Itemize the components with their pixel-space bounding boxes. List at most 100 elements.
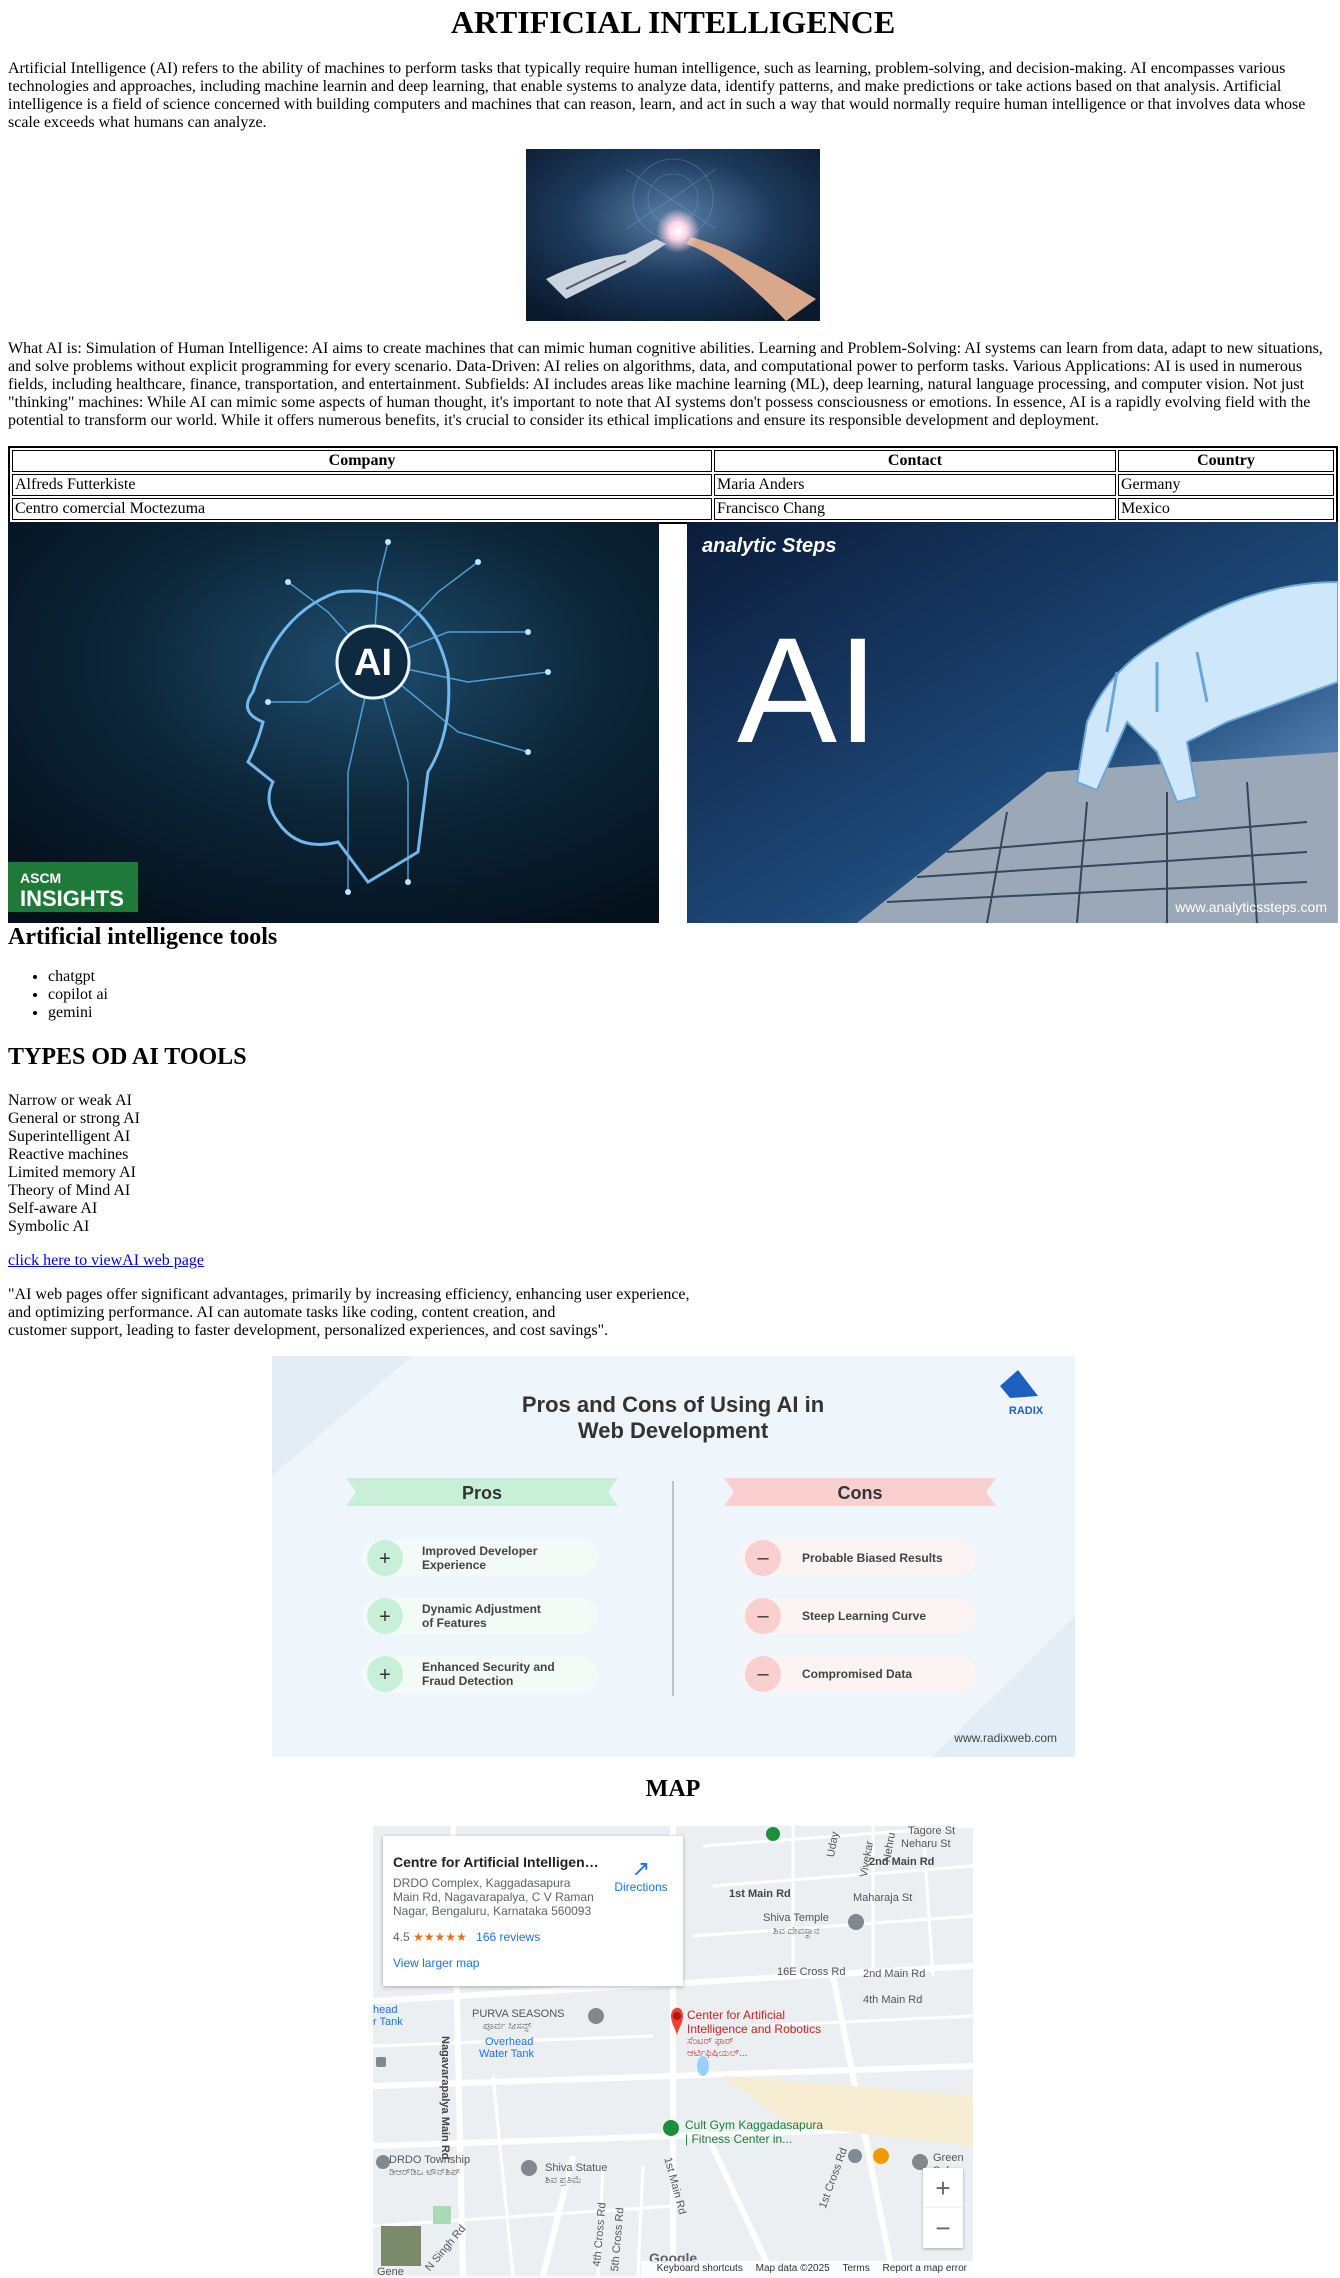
pro-item: Improved Developer — [422, 1544, 538, 1558]
analytic-steps-url: www.analyticssteps.com — [1174, 899, 1327, 915]
quote-paragraph: "AI web pages offer significant advantag… — [8, 1286, 728, 1340]
map-data-text: Map data ©2025 — [755, 2263, 830, 2274]
table-header: Company — [12, 450, 712, 472]
ascm-badge-line1: ASCM — [20, 870, 61, 886]
pros-items: + Improved Developer Experience + Dynami… — [362, 1540, 598, 1692]
quote-line: and optimizing performance. AI can autom… — [8, 1304, 556, 1321]
terms-link[interactable]: Terms — [843, 2263, 870, 2274]
ai-circle-text: AI — [354, 642, 392, 684]
map-label: ಡಿಆರ್‌ಡಿಒ ಟೌನ್‌ಶಿಪ್ — [389, 2167, 461, 2178]
map-label: ಶಿವ ಪ್ರತಿಮೆ — [545, 2175, 582, 2186]
map-label: Overhead — [485, 2036, 534, 2048]
table-cell: Centro comercial Moctezuma — [12, 498, 712, 520]
map-label: Green — [933, 2152, 964, 2164]
table-cell: Germany — [1118, 474, 1334, 496]
list-item: Symbolic AI — [8, 1218, 90, 1235]
ai-head-banner: AI ASCM INSIGHTS — [8, 522, 659, 923]
plus-icon: + — [379, 1664, 391, 1686]
list-item: copilot ai — [48, 986, 108, 1004]
types-heading: TYPES OD AI TOOLS — [8, 1044, 247, 1070]
map-label: Maharaja St — [853, 1892, 913, 1904]
pro-item: Dynamic Adjustment — [422, 1602, 541, 1616]
map-label: 4th Main Rd — [863, 1994, 923, 2006]
analytic-steps-logo: analytic Steps — [702, 535, 837, 557]
list-item: Narrow or weak AI — [8, 1092, 132, 1109]
map-label: ಸೆಂಟರ್ ಫಾರ್ — [687, 2036, 734, 2047]
map-label: ಪೂರ್ವ ಸೀಸನ್ಸ್ — [483, 2021, 532, 2032]
cons-label: Cons — [838, 1483, 883, 1503]
list-item: Self-aware AI — [8, 1200, 98, 1217]
map-label: Shiva Statue — [545, 2162, 608, 2174]
page-title: ARTIFICIAL INTELLIGENCE — [450, 4, 896, 40]
quote-line: customer support, leading to faster deve… — [8, 1322, 609, 1339]
pro-item: Experience — [422, 1558, 486, 1572]
map-heading: MAP — [645, 1776, 701, 1802]
list-item: Reactive machines — [8, 1146, 129, 1163]
table-header: Contact — [714, 450, 1116, 472]
table-header-row: Company Contact Country — [12, 450, 1334, 472]
star-rating-icon: ★★★★★ — [413, 1930, 467, 1944]
cons-items: – Probable Biased Results – Steep Learni… — [740, 1540, 976, 1692]
table-cell: Mexico — [1118, 498, 1334, 520]
con-item: Probable Biased Results — [802, 1551, 943, 1565]
table-cell: Alfreds Futterkiste — [12, 474, 712, 496]
report-error-link[interactable]: Report a map error — [883, 2263, 967, 2274]
map-label: Water Tank — [479, 2048, 535, 2060]
table-row: Centro comercial Moctezuma Francisco Cha… — [12, 498, 1334, 520]
map-footer: Keyboard shortcuts Map data ©2025 Terms … — [640, 2261, 973, 2276]
map-label: | Fitness Center in... — [685, 2132, 793, 2146]
con-item: Compromised Data — [802, 1667, 912, 1681]
map-label: 2nd Main Rd — [869, 1856, 935, 1868]
radix-brand: RADIX — [1009, 1405, 1044, 1417]
rating-value: 4.5 — [393, 1930, 410, 1944]
keyboard-shortcuts-link[interactable]: Keyboard shortcuts — [657, 2263, 743, 2274]
map-label: ಶಿವ ದೇವಸ್ಥಾನ — [773, 1926, 820, 1937]
proscons-title-line1: Pros and Cons of Using AI in — [522, 1392, 824, 1417]
view-ai-page-link[interactable]: click here to viewAI web page — [8, 1252, 204, 1270]
table-cell: Francisco Chang — [714, 498, 1116, 520]
map-label: 1st Main Rd — [729, 1888, 791, 1900]
pro-item: Fraud Detection — [422, 1674, 513, 1688]
map-label: DRDO Township — [389, 2154, 471, 2166]
list-item: gemini — [48, 1004, 108, 1022]
map-label: head — [373, 2004, 398, 2016]
directions-label: Directions — [614, 1880, 668, 1894]
pros-cons-infographic: Pros and Cons of Using AI in Web Develop… — [272, 1356, 1075, 1757]
view-larger-map-link[interactable]: View larger map — [393, 1956, 479, 1970]
zoom-in-button[interactable]: + — [923, 2168, 963, 2208]
ai-hand-image — [526, 149, 820, 321]
list-item: Superintelligent AI — [8, 1128, 131, 1145]
satellite-toggle[interactable] — [381, 2226, 421, 2266]
map-label: Shiva Temple — [763, 1912, 829, 1924]
map-label: Intelligence and Robotics — [687, 2022, 822, 2036]
tools-list: chatgpt copilot ai gemini — [8, 968, 108, 1022]
types-list: Narrow or weak AI General or strong AI S… — [8, 1092, 140, 1236]
map-label: 16E Cross Rd — [777, 1966, 846, 1978]
ai-big-text: AI — [737, 606, 879, 774]
plus-icon: + — [379, 1548, 391, 1570]
list-item: chatgpt — [48, 968, 108, 986]
map-label: Center for Artificial — [687, 2008, 786, 2022]
map-label: 2nd Main Rd — [863, 1968, 926, 1980]
map-label: Cult Gym Kaggadasapura — [685, 2118, 824, 2132]
zoom-out-button[interactable]: − — [923, 2208, 963, 2248]
list-item: Theory of Mind AI — [8, 1182, 131, 1199]
google-map-embed[interactable]: 1st Main Rd Shiva Temple ಶಿವ ದೇವಸ್ಥಾನ 16… — [373, 1826, 973, 2276]
reviews-link[interactable]: 166 reviews — [476, 1930, 540, 1944]
ai-robot-hand-banner: analytic Steps AI www.analyticssteps.com — [687, 522, 1338, 923]
minus-icon: – — [757, 1547, 769, 1569]
map-label: PURVA SEASONS — [472, 2008, 565, 2020]
table-cell: Maria Anders — [714, 474, 1116, 496]
map-label: Gene — [377, 2266, 404, 2276]
plus-icon: + — [379, 1606, 391, 1628]
company-table: Company Contact Country Alfreds Futterki… — [8, 446, 1338, 524]
place-address: DRDO Complex, Kaggadasapura Main Rd, Nag… — [393, 1876, 594, 1918]
con-item: Steep Learning Curve — [802, 1609, 926, 1623]
minus-icon: – — [757, 1663, 769, 1685]
pro-item: Enhanced Security and — [422, 1660, 555, 1674]
place-rating: 4.5 ★★★★★ 166 reviews — [393, 1930, 540, 1944]
table-header: Country — [1118, 450, 1334, 472]
directions-button[interactable]: ↗ Directions — [611, 1858, 671, 1895]
ascm-badge-line2: INSIGHTS — [20, 886, 124, 911]
map-label: Tagore St — [908, 1826, 956, 1837]
